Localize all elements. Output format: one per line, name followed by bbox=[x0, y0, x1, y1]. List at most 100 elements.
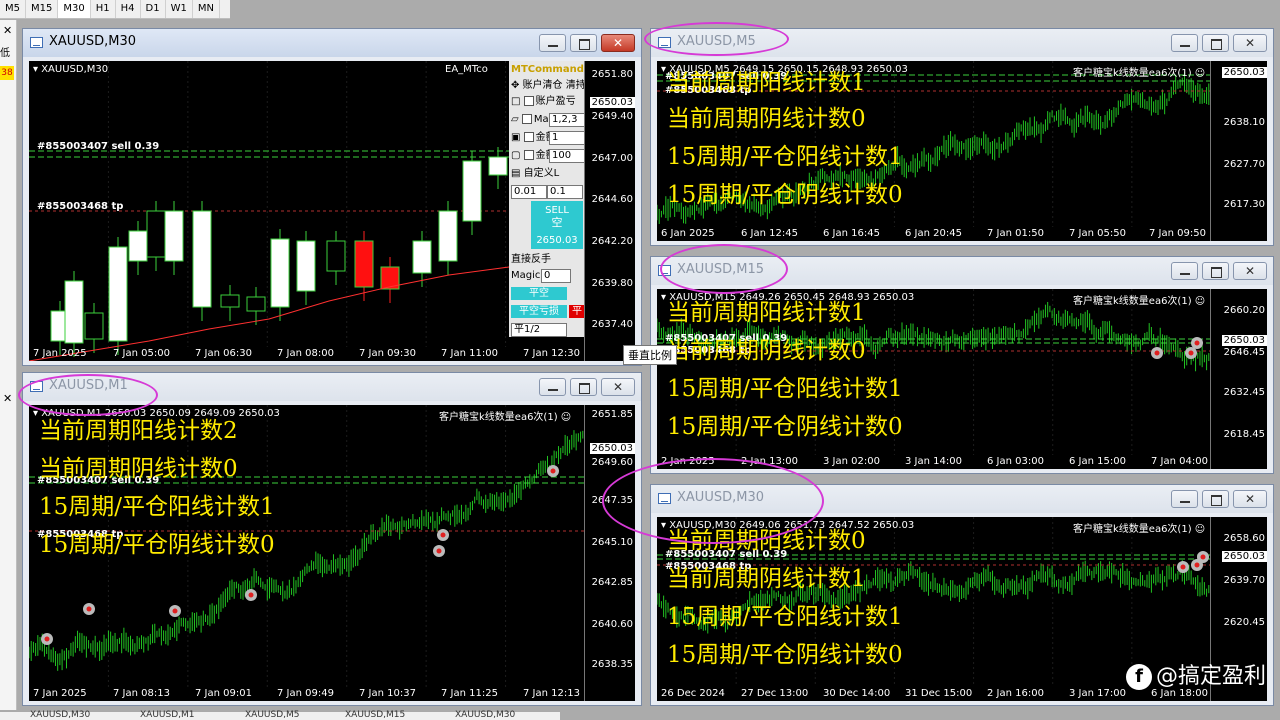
candle-body bbox=[354, 240, 374, 288]
price-tick: 2647.00 bbox=[591, 153, 633, 164]
counter-text: 15周期/平仓阳线计数1 bbox=[667, 144, 903, 170]
magic-input[interactable]: 1,2,3 bbox=[549, 113, 587, 127]
close-red-button[interactable]: 平 bbox=[569, 305, 585, 318]
trade-marker-dot bbox=[172, 608, 178, 614]
highlight-ellipse bbox=[644, 22, 789, 56]
chart-window-m30[interactable]: XAUUSD,M30 ▾ XAUUSD,M30 EA_MTco #8550034… bbox=[22, 28, 642, 366]
ea-label: 客户糖宝k线数量ea6次(1) ☺ bbox=[1073, 524, 1206, 535]
highlight-ellipse bbox=[602, 458, 824, 544]
time-tick: 7 Jan 06:30 bbox=[195, 348, 252, 359]
price-tick: 2642.20 bbox=[591, 236, 633, 247]
close-button[interactable] bbox=[601, 34, 635, 52]
tf-h4[interactable]: H4 bbox=[116, 0, 141, 18]
time-tick: 7 Jan 09:01 bbox=[195, 688, 252, 699]
close-button[interactable] bbox=[601, 378, 635, 396]
close-short-button[interactable]: 平空 bbox=[511, 287, 567, 300]
price-axis[interactable]: 2650.03 2638.10 2627.70 2617.30 bbox=[1210, 61, 1267, 241]
price-tick: 2649.60 bbox=[591, 457, 633, 468]
maximize-button[interactable] bbox=[1202, 34, 1229, 52]
chart-tab[interactable]: XAUUSD,M1 bbox=[140, 710, 195, 720]
time-tick: 7 Jan 12:13 bbox=[523, 688, 580, 699]
maximize-button[interactable] bbox=[570, 34, 597, 52]
lot-0-1-button[interactable]: 0.1 bbox=[547, 185, 583, 199]
price-axis[interactable]: 2651.85 2650.03 2649.60 2647.35 2645.10 … bbox=[584, 405, 635, 701]
sell-button[interactable]: SELL 空 2650.03 bbox=[531, 201, 583, 249]
magic2-input[interactable]: 0 bbox=[541, 269, 571, 283]
amount-input-1[interactable]: 1 bbox=[549, 131, 587, 145]
maximize-button[interactable] bbox=[1202, 262, 1229, 280]
time-tick: 7 Jan 05:00 bbox=[113, 348, 170, 359]
chart-tab[interactable]: XAUUSD,M30 bbox=[455, 710, 515, 720]
minimize-button[interactable] bbox=[1171, 262, 1198, 280]
time-tick: 7 Jan 12:30 bbox=[523, 348, 580, 359]
tf-w1[interactable]: W1 bbox=[166, 0, 193, 18]
time-tick: 27 Dec 13:00 bbox=[741, 688, 809, 699]
left-panel-strip: ✕ 低 38 ✕ bbox=[0, 20, 17, 710]
chart-tab[interactable]: XAUUSD,M5 bbox=[245, 710, 300, 720]
current-price-marker: 2650.03 bbox=[589, 443, 635, 454]
order-sell-label: #855003407 sell 0.39 bbox=[37, 141, 160, 152]
time-tick: 7 Jan 05:50 bbox=[1069, 228, 1126, 239]
tf-h1[interactable]: H1 bbox=[91, 0, 116, 18]
price-tick: 2638.10 bbox=[1223, 117, 1265, 128]
price-tick: 2644.60 bbox=[591, 194, 633, 205]
price-chart[interactable]: ▾ XAUUSD,M15 2649.26 2650.45 2648.93 265… bbox=[657, 289, 1267, 469]
chart-window-m1[interactable]: XAUUSD,M1 ▾ XAUUSD,M1 2650.03 2650.09 26… bbox=[22, 372, 642, 706]
tf-m15[interactable]: M15 bbox=[26, 0, 59, 18]
acct-profit-toggle[interactable]: □ 账户盈亏 bbox=[511, 95, 576, 109]
counter-text: 当前周期阴线计数0 bbox=[667, 106, 866, 132]
counter-text: 当前周期阳线计数1 bbox=[667, 300, 866, 326]
close-half-button[interactable]: 平1/2 bbox=[511, 323, 567, 337]
close-icon[interactable]: ✕ bbox=[3, 24, 12, 37]
time-tick: 7 Jan 09:30 bbox=[359, 348, 416, 359]
price-chart[interactable]: ▾ XAUUSD,M1 2650.03 2650.09 2649.09 2650… bbox=[29, 405, 635, 701]
minimize-button[interactable] bbox=[539, 34, 566, 52]
close-button[interactable] bbox=[1233, 490, 1267, 508]
counter-text: 当前周期阴线计数0 bbox=[667, 338, 866, 364]
lot-0-01-button[interactable]: 0.01 bbox=[511, 185, 547, 199]
time-tick: 7 Jan 01:50 bbox=[987, 228, 1044, 239]
tf-d1[interactable]: D1 bbox=[141, 0, 166, 18]
price-tick: 2651.85 bbox=[591, 409, 633, 420]
price-tick: 2660.20 bbox=[1223, 305, 1265, 316]
minimize-button[interactable] bbox=[1171, 490, 1198, 508]
window-titlebar[interactable]: XAUUSD,M30 bbox=[23, 29, 641, 57]
time-tick: 7 Jan 09:50 bbox=[1149, 228, 1206, 239]
tf-mn[interactable]: MN bbox=[193, 0, 220, 18]
time-tick: 7 Jan 11:00 bbox=[441, 348, 498, 359]
tf-m30[interactable]: M30 bbox=[58, 0, 91, 18]
price-axis[interactable]: 2660.20 2650.03 2646.45 2632.45 2618.45 bbox=[1210, 289, 1267, 469]
mtcommander-panel: MTCommande ✥ 账户清仓 清持 □ 账户盈亏 ▱ Mag 1,2,3 … bbox=[509, 61, 591, 337]
reverse-button[interactable]: 直接反手 bbox=[511, 253, 551, 267]
chart-window-m5[interactable]: XAUUSD,M5 ▾ XAUUSD,M5 2649.15 2650.15 26… bbox=[650, 28, 1274, 246]
close-button[interactable] bbox=[1233, 262, 1267, 280]
candle-body bbox=[164, 210, 184, 262]
minimize-button[interactable] bbox=[539, 378, 566, 396]
chart-tab[interactable]: XAUUSD,M15 bbox=[345, 710, 405, 720]
custom-lot-select[interactable]: ▤ 自定义L bbox=[511, 167, 559, 181]
time-tick: 7 Jan 2025 bbox=[33, 348, 87, 359]
price-chart[interactable]: ▾ XAUUSD,M30 EA_MTco #855003407 sell 0.3… bbox=[29, 61, 635, 361]
close-icon[interactable]: ✕ bbox=[3, 392, 12, 405]
price-tick: 2645.10 bbox=[591, 537, 633, 548]
time-tick: 6 Jan 20:45 bbox=[905, 228, 962, 239]
price-axis[interactable]: 2651.80 2650.03 2649.40 2647.00 2644.60 … bbox=[584, 61, 635, 361]
chart-tab[interactable]: XAUUSD,M30 bbox=[30, 710, 90, 720]
counter-text: 当前周期阴线计数1 bbox=[667, 566, 866, 592]
price-chart[interactable]: ▾ XAUUSD,M5 2649.15 2650.15 2648.93 2650… bbox=[657, 61, 1267, 241]
tf-m5[interactable]: M5 bbox=[0, 0, 26, 18]
close-all-button[interactable]: ✥ 账户清仓 清持 bbox=[511, 79, 586, 93]
maximize-button[interactable] bbox=[1202, 490, 1229, 508]
close-button[interactable] bbox=[1233, 34, 1267, 52]
candle-body bbox=[246, 296, 266, 312]
close-short-loss-button[interactable]: 平空亏损 bbox=[511, 305, 567, 318]
time-tick: 7 Jan 08:00 bbox=[277, 348, 334, 359]
highlight-ellipse bbox=[18, 374, 158, 416]
price-tick: 2658.60 bbox=[1223, 533, 1265, 544]
minimize-button[interactable] bbox=[1171, 34, 1198, 52]
amount-input-2[interactable]: 100 bbox=[549, 149, 587, 163]
maximize-button[interactable] bbox=[570, 378, 597, 396]
candle-body bbox=[192, 210, 212, 308]
time-tick: 3 Jan 02:00 bbox=[823, 456, 880, 467]
time-tick: 7 Jan 04:00 bbox=[1151, 456, 1208, 467]
